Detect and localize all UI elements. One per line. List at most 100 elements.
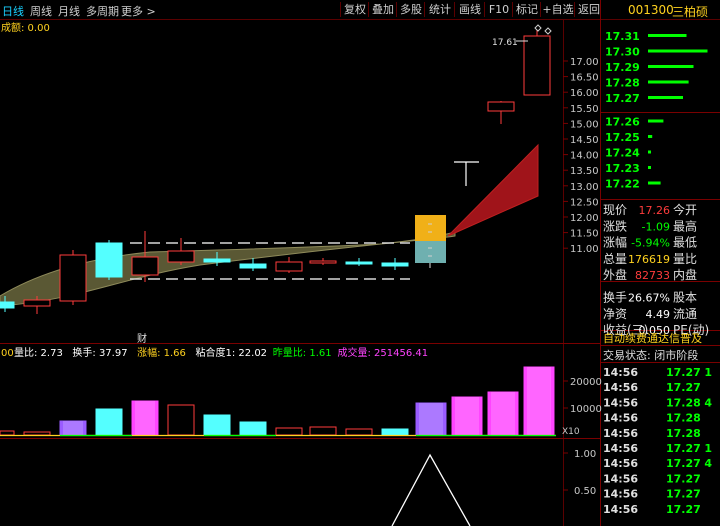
- order-book-row: 17.22: [605, 178, 661, 191]
- tick-price: 17.27: [666, 503, 701, 516]
- volume-bar: [275, 427, 303, 436]
- price-tick: 11.00: [570, 244, 599, 255]
- order-price: 17.29: [605, 61, 640, 74]
- order-book-row: 17.24: [605, 147, 651, 160]
- quote-row: 涨幅 -5.94% 最低: [603, 235, 697, 250]
- tick-volume: 1: [704, 366, 712, 379]
- quote-row: 涨跌 -1.09 最高: [603, 218, 697, 233]
- tick-row: 14:56 17.27: [603, 472, 701, 485]
- price-tick: 17.00: [570, 57, 599, 68]
- price-tick: 16.50: [570, 73, 599, 84]
- quote-value: 4.49: [646, 308, 671, 321]
- diamond-icon: [534, 24, 542, 32]
- tick-price: 17.27: [666, 472, 701, 485]
- tick-row: 14:56 17.28: [603, 427, 701, 440]
- quote-label: 净资: [603, 307, 627, 321]
- quote-label: 换手: [603, 291, 627, 305]
- order-book-row: 17.28: [605, 77, 689, 90]
- tick-time: 14:56: [603, 381, 638, 394]
- order-price: 17.23: [605, 162, 640, 175]
- tick-time: 14:56: [603, 396, 638, 409]
- tick-time: 14:56: [603, 503, 638, 516]
- order-book-row: 17.30: [605, 46, 708, 59]
- quote-panel: 现价 17.26 今开涨跌 -1.09 最高涨幅 -5.94% 最低总量 176619 量比外盘…: [603, 202, 709, 337]
- volume-bar: [309, 426, 337, 436]
- depth-bar: [648, 49, 708, 53]
- price-tick: 12.50: [570, 197, 599, 208]
- high-label: 17.61: [492, 38, 518, 48]
- indicator-value: 粘合度1: 22.02: [196, 346, 268, 359]
- order-book-row: 17.31: [605, 30, 687, 43]
- price-tick: 13.50: [570, 166, 599, 177]
- volume-bar: [345, 428, 373, 436]
- quote-extra-label: 今开: [673, 202, 697, 217]
- quote-row: 净资 4.49 流通: [603, 307, 697, 321]
- tick-row: 14:56 17.27: [603, 381, 701, 394]
- quote-label: 总量: [603, 252, 627, 266]
- quote-row: 总量 176619 量比: [603, 252, 697, 266]
- candle: [59, 250, 87, 305]
- depth-bar: [648, 166, 651, 169]
- price-tick: 14.00: [570, 151, 599, 162]
- candle: [487, 101, 515, 124]
- volume-bar: [131, 400, 159, 436]
- price-tick: 14.50: [570, 135, 599, 146]
- price-tick: 12.00: [570, 213, 599, 224]
- kline-chart-area[interactable]: 成额: 0.00 17.61 财 17.00 16.50 16.00 15.50 15.…: [0, 0, 720, 526]
- tick-volume: 4: [704, 457, 712, 470]
- ma-ribbon-forecast: [447, 143, 539, 237]
- quote-label: 外盘: [603, 267, 627, 282]
- tick-time: 14:56: [603, 427, 638, 440]
- tick-time: 14:56: [603, 412, 638, 425]
- tick-time: 14:56: [603, 472, 638, 485]
- quote-row: 外盘 82733 内盘: [603, 267, 697, 282]
- price-tick: 11.50: [570, 229, 599, 240]
- volume-bar: [95, 408, 123, 436]
- candles: [0, 30, 551, 314]
- tick-price: 17.27: [666, 366, 701, 379]
- candle: [523, 30, 551, 96]
- candle: [345, 258, 373, 266]
- volume-axis: 20000 10000: [563, 377, 602, 415]
- tick-volume: 1: [704, 442, 712, 455]
- indicator-value: 成交量: 251456.41: [338, 346, 429, 359]
- volume-bar: [59, 420, 87, 436]
- candle: [131, 231, 159, 282]
- indicator-prefix: 00: [1, 348, 14, 359]
- lower-tick: 1.00: [574, 449, 596, 460]
- tick-price: 17.28: [666, 427, 701, 440]
- tick-price: 17.28: [666, 412, 701, 425]
- volume-bar: [23, 431, 51, 436]
- price-tick: 13.00: [570, 182, 599, 193]
- lower-indicator-line: [391, 453, 471, 526]
- lower-tick: 0.50: [574, 486, 596, 497]
- volume-bar: [487, 391, 519, 436]
- order-book-row: 17.23: [605, 162, 651, 175]
- volume-tick: 20000: [570, 377, 602, 388]
- volume-bar: [0, 430, 15, 436]
- depth-bar: [648, 96, 683, 99]
- overlay-label: 成额: 0.00: [1, 21, 50, 34]
- price-tick: 15.50: [570, 104, 599, 115]
- quote-row: 换手 26.67% 股本: [603, 291, 697, 305]
- volume-bar: [523, 366, 555, 436]
- order-price: 17.24: [605, 147, 640, 160]
- order-price: 17.25: [605, 131, 640, 144]
- depth-bar: [648, 119, 664, 123]
- quote-value: 176619: [628, 253, 670, 266]
- order-price: 17.31: [605, 30, 640, 43]
- promo-banner[interactable]: 自动续费通达信普及: [603, 331, 702, 345]
- tick-list: 14:56 17.27 114:56 17.2714:56 17.28 414:56 17.…: [603, 366, 712, 516]
- depth-bar: [648, 150, 651, 154]
- order-book-row: 17.25: [605, 131, 653, 144]
- order-book-row: 17.29: [605, 61, 694, 74]
- candle-highlight: [415, 215, 446, 268]
- tick-row: 14:56 17.27 4: [603, 457, 712, 470]
- quote-extra-label: 流通: [673, 307, 697, 321]
- volume-bar: [381, 428, 409, 436]
- indicator-legend: 00 量比: 2.73 换手: 37.97 涨幅: 1.66 粘合度1: 22.02 昨…: [1, 346, 428, 359]
- tick-row: 14:56 17.27: [603, 503, 701, 516]
- volume-bar: [203, 414, 231, 436]
- quote-extra-label: 内盘: [673, 267, 697, 282]
- quote-value: -5.94%: [631, 237, 670, 250]
